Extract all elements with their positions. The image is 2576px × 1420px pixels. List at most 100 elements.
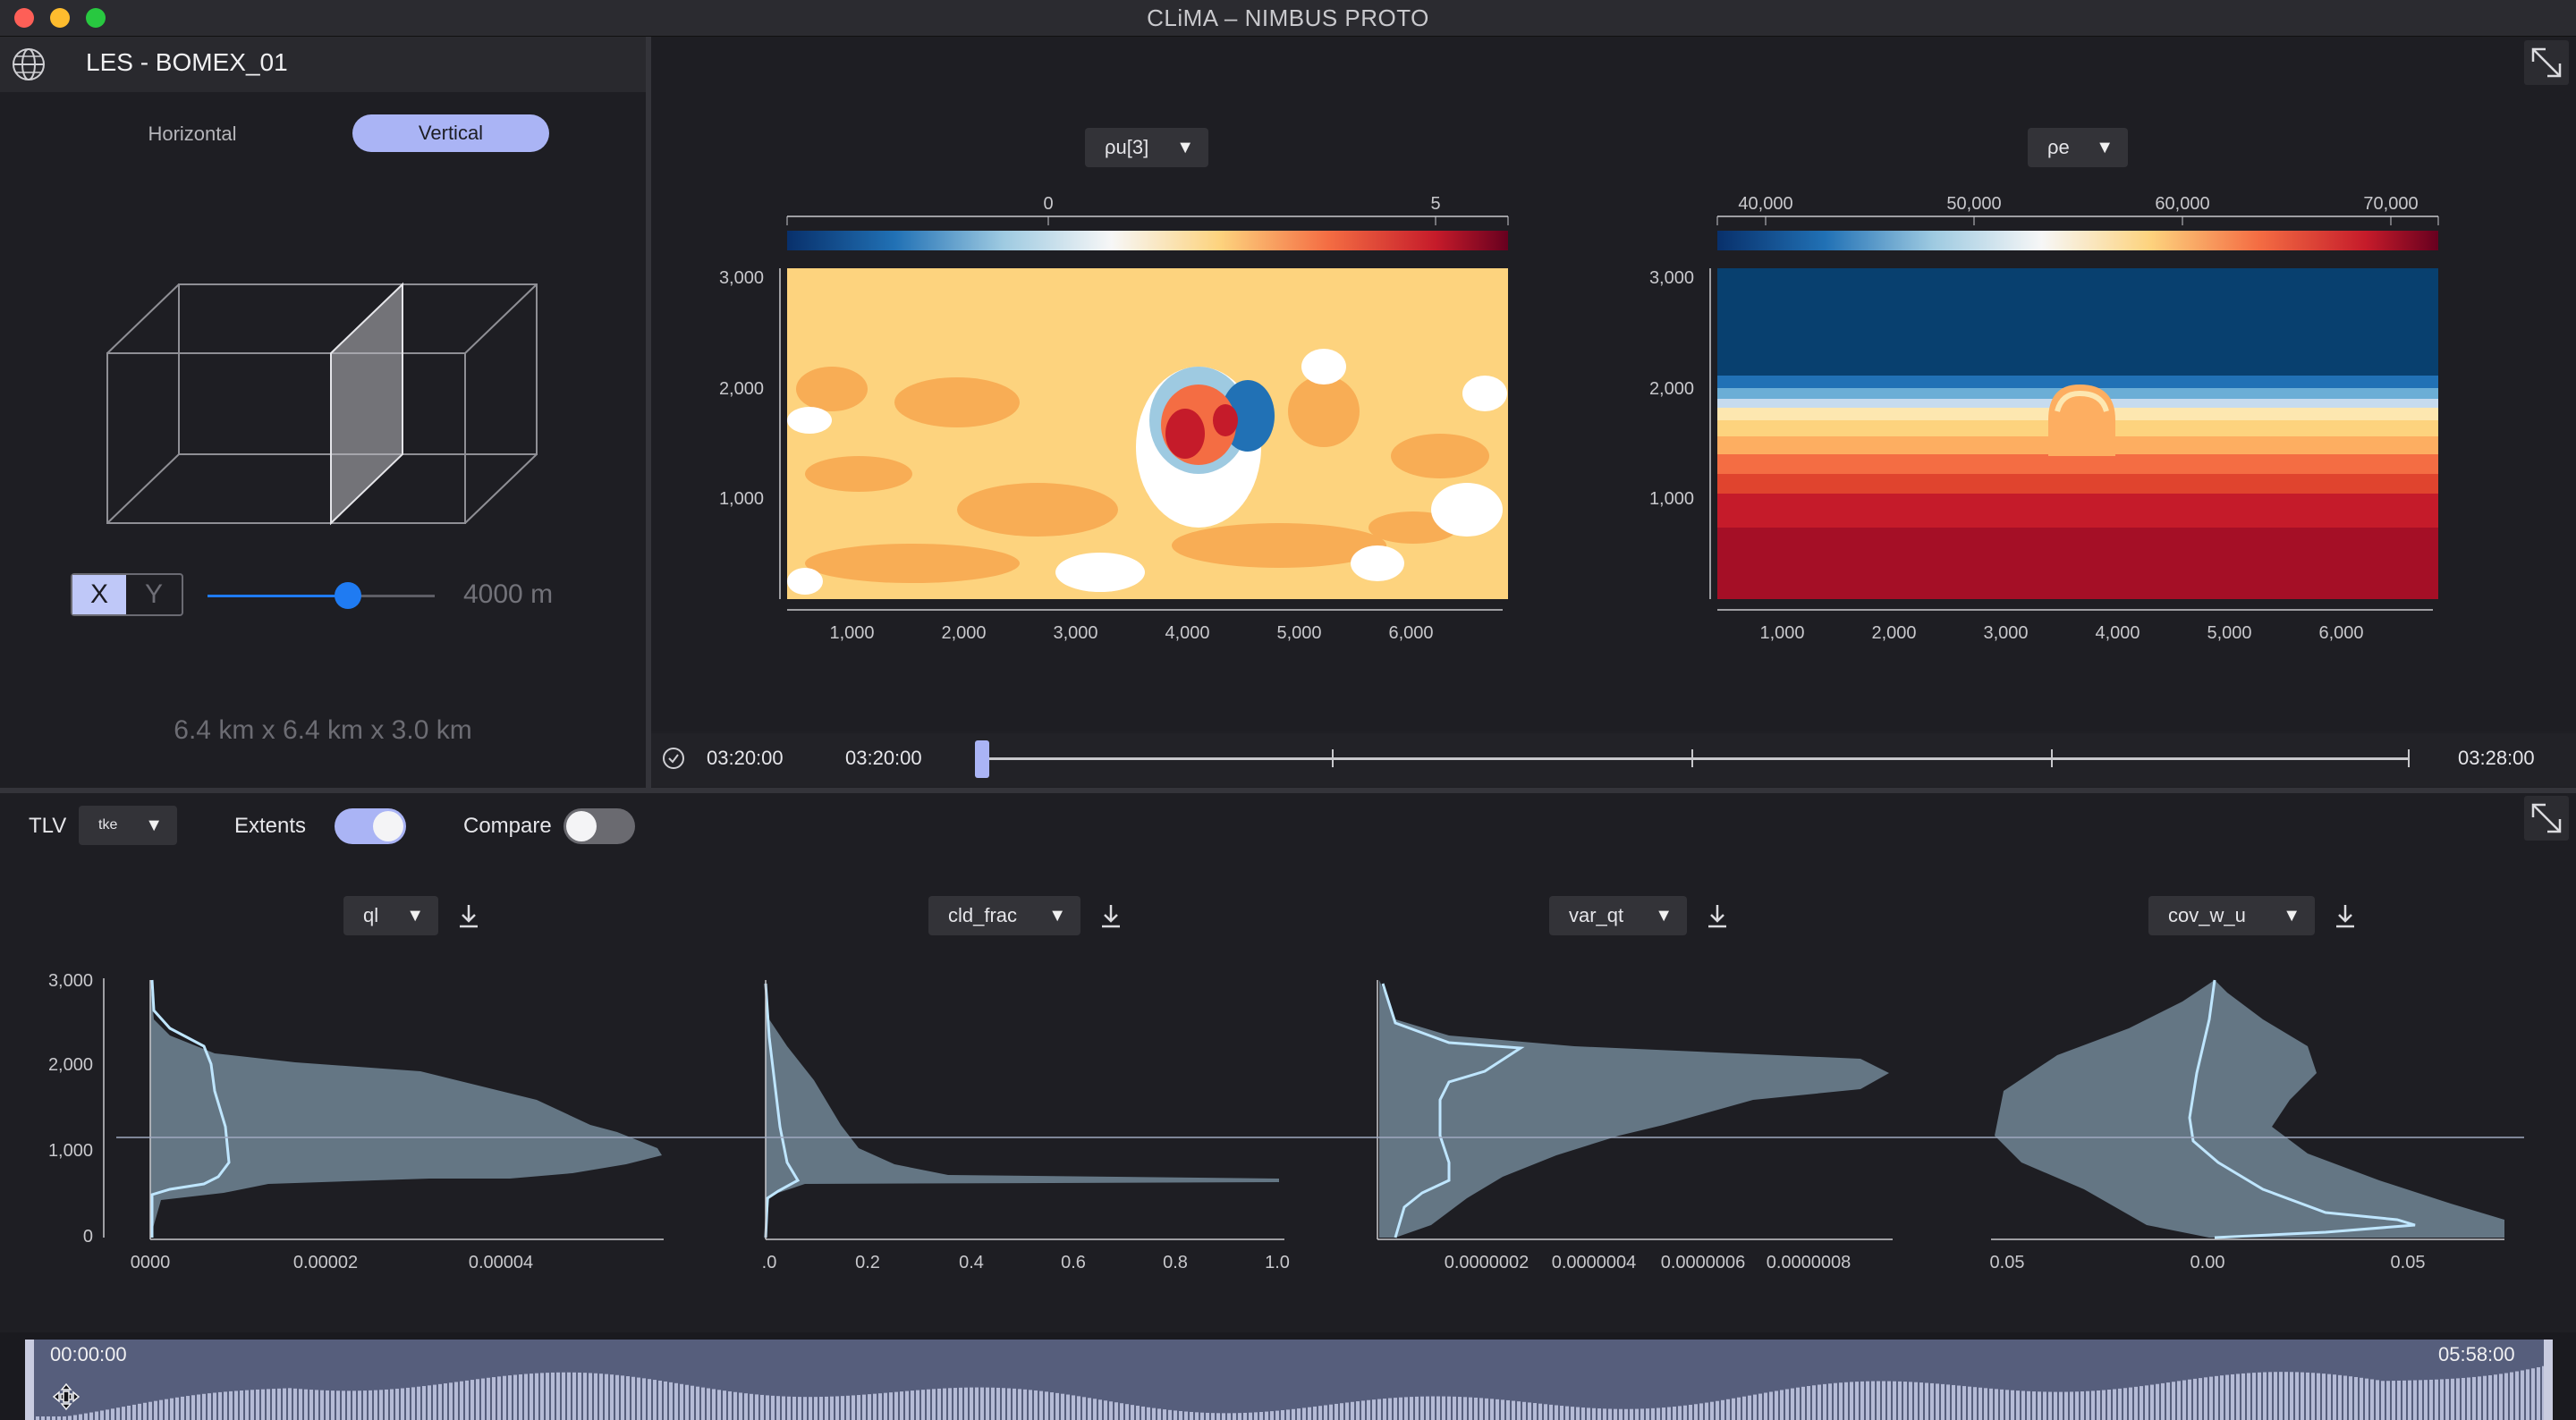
histogram-bar bbox=[1088, 1398, 1091, 1420]
histogram-bar bbox=[470, 1380, 474, 1420]
histogram-bar bbox=[728, 1390, 732, 1420]
profile-4-select[interactable]: cov_w_u ▼ bbox=[2148, 896, 2315, 935]
histogram-bar bbox=[2354, 1376, 2358, 1420]
chevron-down-icon: ▼ bbox=[2096, 138, 2114, 157]
axis-y-button[interactable]: Y bbox=[126, 575, 182, 614]
histogram-bar bbox=[438, 1383, 442, 1420]
heatmap-left-variable-select[interactable]: ρu[3] ▼ bbox=[1085, 128, 1208, 167]
profile-1-select[interactable]: ql ▼ bbox=[343, 896, 438, 935]
range-end-handle[interactable] bbox=[2544, 1340, 2553, 1420]
histogram-bar bbox=[352, 1390, 356, 1420]
move-icon[interactable] bbox=[52, 1382, 80, 1411]
range-start-handle[interactable] bbox=[25, 1340, 34, 1420]
histogram-bar bbox=[1442, 1396, 1445, 1420]
histogram-bar bbox=[1302, 1407, 1306, 1420]
histogram-bar bbox=[379, 1390, 383, 1420]
histogram-bar bbox=[89, 1412, 93, 1420]
histogram-bar bbox=[2295, 1372, 2299, 1420]
timeline-tick bbox=[1332, 749, 1334, 767]
histogram-bar bbox=[2252, 1373, 2256, 1420]
histogram-bar bbox=[2204, 1377, 2207, 1420]
compare-toggle[interactable] bbox=[564, 808, 635, 844]
histogram-bar bbox=[2225, 1374, 2229, 1420]
histogram-bar bbox=[1163, 1409, 1166, 1420]
histogram-bar bbox=[1308, 1407, 1311, 1420]
download-icon[interactable] bbox=[1097, 901, 1125, 930]
histogram-bar bbox=[1490, 1399, 1494, 1420]
histogram-bar bbox=[889, 1392, 893, 1420]
histogram-bar bbox=[1141, 1406, 1145, 1420]
download-icon[interactable] bbox=[1703, 901, 1732, 930]
histogram-bar bbox=[213, 1392, 216, 1420]
histogram-bar bbox=[2161, 1382, 2165, 1420]
profile-3-select[interactable]: var_qt ▼ bbox=[1549, 896, 1687, 935]
histogram-bar bbox=[685, 1384, 689, 1420]
histogram-bar bbox=[2113, 1389, 2116, 1420]
profile-2-select[interactable]: cld_frac ▼ bbox=[928, 896, 1080, 935]
histogram-bar bbox=[852, 1395, 855, 1420]
histogram-bar bbox=[315, 1390, 318, 1420]
histogram-bar bbox=[2478, 1376, 2481, 1420]
bottom-timeline-histogram bbox=[36, 1365, 2551, 1420]
histogram-bar bbox=[970, 1387, 973, 1420]
histogram-bar bbox=[2038, 1391, 2041, 1420]
tab-vertical[interactable]: Vertical bbox=[352, 114, 549, 152]
histogram-bar bbox=[1635, 1408, 1639, 1420]
histogram-bar bbox=[165, 1399, 168, 1420]
histogram-bar bbox=[2537, 1367, 2540, 1420]
histogram-bar bbox=[803, 1397, 807, 1420]
histogram-bar bbox=[2290, 1372, 2293, 1420]
compare-label: Compare bbox=[463, 814, 552, 838]
histogram-bar bbox=[47, 1416, 50, 1420]
colorbar-tick: 5 bbox=[1430, 194, 1440, 214]
histogram-bar bbox=[723, 1390, 726, 1420]
histogram-bar bbox=[1190, 1411, 1193, 1420]
histogram-bar bbox=[637, 1377, 640, 1420]
histogram-bar bbox=[1259, 1412, 1263, 1420]
histogram-bar bbox=[1479, 1398, 1483, 1420]
histogram-bar bbox=[1877, 1381, 1880, 1420]
axis-x-button[interactable]: X bbox=[72, 575, 126, 614]
histogram-bar bbox=[1860, 1381, 1864, 1420]
histogram-bar bbox=[1667, 1407, 1671, 1420]
histogram-bar bbox=[1683, 1405, 1687, 1420]
tlv-select[interactable]: tke ▼ bbox=[79, 806, 177, 845]
histogram-bar bbox=[411, 1387, 415, 1420]
histogram-bar bbox=[2462, 1377, 2465, 1420]
histogram-bar bbox=[1699, 1403, 1703, 1420]
histogram-bar bbox=[143, 1402, 147, 1420]
histogram-bar bbox=[1979, 1387, 1982, 1420]
profile-x-tick-label: 0.05 bbox=[1990, 1253, 2025, 1272]
expand-icon[interactable] bbox=[2524, 796, 2569, 841]
histogram-bar bbox=[2118, 1388, 2122, 1420]
heatmap-right-variable-select[interactable]: ρe ▼ bbox=[2028, 128, 2128, 167]
globe-icon[interactable] bbox=[11, 46, 47, 82]
histogram-bar bbox=[433, 1384, 436, 1420]
profile-x-tick-label: 0.4 bbox=[959, 1253, 984, 1272]
histogram-bar bbox=[2043, 1391, 2046, 1420]
histogram-bar bbox=[2193, 1378, 2197, 1420]
histogram-bar bbox=[487, 1377, 490, 1420]
download-icon[interactable] bbox=[454, 901, 483, 930]
histogram-bar bbox=[1581, 1407, 1585, 1420]
histogram-bar bbox=[304, 1389, 308, 1420]
histogram-bar bbox=[1984, 1388, 1987, 1420]
histogram-bar bbox=[1673, 1407, 1676, 1420]
extents-toggle[interactable] bbox=[335, 808, 406, 844]
histogram-bar bbox=[1995, 1389, 1998, 1420]
histogram-bar bbox=[2032, 1391, 2036, 1420]
timeline-track[interactable] bbox=[982, 757, 2410, 760]
histogram-bar bbox=[1592, 1407, 1596, 1420]
histogram-bar bbox=[492, 1377, 496, 1420]
histogram-bar bbox=[2279, 1372, 2283, 1420]
expand-icon[interactable] bbox=[2524, 40, 2569, 85]
histogram-bar bbox=[2054, 1391, 2057, 1420]
download-icon[interactable] bbox=[2331, 901, 2360, 930]
timeline-handle[interactable] bbox=[975, 740, 989, 778]
histogram-bar bbox=[680, 1383, 683, 1420]
histogram-bar bbox=[1436, 1396, 1440, 1420]
clock-icon[interactable] bbox=[662, 747, 685, 770]
histogram-bar bbox=[857, 1395, 860, 1420]
tab-horizontal[interactable]: Horizontal bbox=[134, 116, 250, 152]
histogram-bar bbox=[2510, 1372, 2513, 1420]
